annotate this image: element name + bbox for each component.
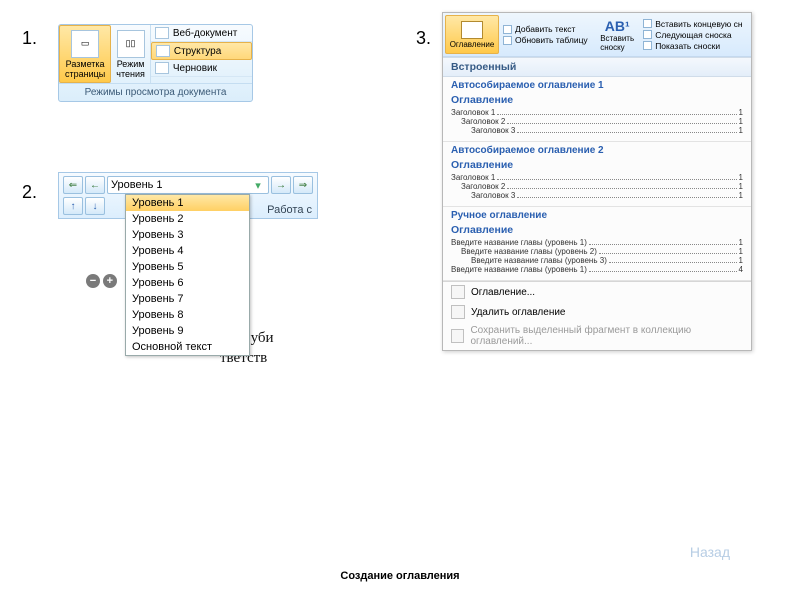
view-modes-panel: ▭ Разметка страницы ▯▯ Режим чтения Веб-… bbox=[58, 24, 253, 102]
demote-button[interactable]: → bbox=[271, 176, 291, 194]
page-layout-label: Разметка страницы bbox=[65, 60, 105, 80]
reading-mode-label: Режим чтения bbox=[116, 60, 145, 80]
promote-button[interactable]: ← bbox=[85, 176, 105, 194]
toc-preview-line: Заголовок 11 bbox=[451, 173, 743, 182]
move-down-button[interactable]: ↓ bbox=[85, 197, 105, 215]
collapse-icon[interactable]: − bbox=[86, 274, 100, 288]
toc-gallery-item[interactable]: Ручное оглавление Оглавление Введите назва… bbox=[443, 207, 751, 281]
show-footnotes-button[interactable]: Показать сноски bbox=[643, 41, 749, 51]
toc-button-label: Оглавление bbox=[450, 40, 495, 49]
toc-button[interactable]: Оглавление bbox=[445, 15, 499, 54]
next-footnote-label: Следующая сноска bbox=[655, 30, 731, 40]
show-footnotes-label: Показать сноски bbox=[655, 41, 720, 51]
promote-to-top-button[interactable]: ⇐ bbox=[63, 176, 83, 194]
web-document-button[interactable]: Веб-документ bbox=[151, 25, 252, 42]
back-link[interactable]: Назад bbox=[690, 544, 730, 560]
step-number-2: 2. bbox=[22, 182, 37, 203]
outline-level-combo[interactable]: Уровень 1 ▾ bbox=[107, 176, 269, 194]
toc-dialog-icon bbox=[451, 285, 465, 299]
toc-item-name: Ручное оглавление bbox=[451, 210, 743, 221]
update-table-button[interactable]: Обновить таблицу bbox=[503, 35, 591, 45]
draft-label: Черновик bbox=[173, 63, 217, 74]
outline-level-dropdown[interactable]: Уровень 1Уровень 2Уровень 3Уровень 4Уров… bbox=[125, 194, 250, 356]
view-modes-caption: Режимы просмотра документа bbox=[59, 83, 252, 101]
web-document-label: Веб-документ bbox=[173, 28, 238, 39]
save-toc-label: Сохранить выделенный фрагмент в коллекци… bbox=[470, 325, 743, 347]
outline-level-value: Уровень 1 bbox=[111, 179, 163, 191]
toc-icon bbox=[461, 21, 483, 39]
outline-level-option[interactable]: Уровень 9 bbox=[126, 323, 249, 339]
outline-level-option[interactable]: Основной текст bbox=[126, 339, 249, 355]
builtin-header: Встроенный bbox=[443, 57, 751, 77]
toc-preview-line: Введите название главы (уровень 3)1 bbox=[451, 256, 743, 265]
toc-preview-line: Заголовок 31 bbox=[451, 126, 743, 135]
remove-toc-icon bbox=[451, 305, 465, 319]
reading-mode-icon: ▯▯ bbox=[117, 30, 145, 58]
toc-gallery-item[interactable]: Автособираемое оглавление 2 Оглавление Заг… bbox=[443, 142, 751, 207]
toc-preview-line: Введите название главы (уровень 1)1 bbox=[451, 238, 743, 247]
insert-footnote-button[interactable]: AB¹ Вставить сноску bbox=[593, 13, 641, 56]
step-number-3: 3. bbox=[416, 28, 431, 49]
outline-level-option[interactable]: Уровень 3 bbox=[126, 227, 249, 243]
structure-label: Структура bbox=[174, 46, 221, 57]
slide-title: Создание оглавления bbox=[0, 570, 800, 582]
save-toc-icon bbox=[451, 329, 464, 343]
outline-level-option[interactable]: Уровень 8 bbox=[126, 307, 249, 323]
toc-gallery-item[interactable]: Автособираемое оглавление 1 Оглавление Заг… bbox=[443, 77, 751, 142]
doc-expand-icons: − + bbox=[86, 270, 117, 292]
page-layout-icon: ▭ bbox=[71, 30, 99, 58]
toc-gallery-panel: Оглавление Добавить текст Обновить табли… bbox=[442, 12, 752, 351]
demote-to-body-button[interactable]: ⇒ bbox=[293, 176, 313, 194]
add-text-label: Добавить текст bbox=[515, 24, 575, 34]
add-text-button[interactable]: Добавить текст bbox=[503, 24, 591, 34]
toc-preview-line: Введите название главы (уровень 1)4 bbox=[451, 265, 743, 274]
insert-footnote-label: Вставить сноску bbox=[600, 34, 634, 52]
refresh-icon bbox=[503, 36, 512, 45]
toc-preview-line: Заголовок 11 bbox=[451, 108, 743, 117]
insert-toc-command[interactable]: Оглавление... bbox=[443, 282, 751, 302]
web-document-icon bbox=[155, 27, 169, 39]
chevron-down-icon: ▾ bbox=[251, 179, 265, 192]
toc-preview-line: Заголовок 21 bbox=[451, 182, 743, 191]
outline-level-option[interactable]: Уровень 7 bbox=[126, 291, 249, 307]
remove-toc-label: Удалить оглавление bbox=[471, 307, 566, 318]
toc-preview-title: Оглавление bbox=[451, 159, 743, 171]
outline-level-option[interactable]: Уровень 1 bbox=[126, 195, 249, 211]
expand-icon[interactable]: + bbox=[103, 274, 117, 288]
step-number-1: 1. bbox=[22, 28, 37, 49]
toc-preview-title: Оглавление bbox=[451, 94, 743, 106]
outline-level-option[interactable]: Уровень 6 bbox=[126, 275, 249, 291]
outline-level-panel: ⇐ ← Уровень 1 ▾ → ⇒ ↑ ↓ Работа с Уровень… bbox=[58, 172, 318, 219]
outline-level-option[interactable]: Уровень 2 bbox=[126, 211, 249, 227]
show-footnotes-icon bbox=[643, 41, 652, 50]
insert-toc-label: Оглавление... bbox=[471, 287, 535, 298]
draft-button[interactable]: Черновик bbox=[151, 60, 252, 77]
structure-button[interactable]: Структура bbox=[151, 42, 252, 60]
toc-preview-title: Оглавление bbox=[451, 224, 743, 236]
insert-endnote-label: Вставить концевую сн bbox=[655, 19, 742, 29]
save-toc-command: Сохранить выделенный фрагмент в коллекци… bbox=[443, 322, 751, 350]
toc-item-name: Автособираемое оглавление 2 bbox=[451, 145, 743, 156]
outline-level-option[interactable]: Уровень 4 bbox=[126, 243, 249, 259]
toc-preview-line: Заголовок 21 bbox=[451, 117, 743, 126]
reading-mode-button[interactable]: ▯▯ Режим чтения bbox=[111, 25, 151, 83]
toc-preview-line: Введите название главы (уровень 2)1 bbox=[451, 247, 743, 256]
outline-context-label: Работа с bbox=[267, 204, 312, 216]
remove-toc-command[interactable]: Удалить оглавление bbox=[443, 302, 751, 322]
update-table-label: Обновить таблицу bbox=[515, 35, 588, 45]
draft-icon bbox=[155, 62, 169, 74]
structure-icon bbox=[156, 45, 170, 57]
outline-level-option[interactable]: Уровень 5 bbox=[126, 259, 249, 275]
next-footnote-icon bbox=[643, 30, 652, 39]
plus-icon bbox=[503, 25, 512, 34]
toc-ribbon: Оглавление Добавить текст Обновить табли… bbox=[443, 13, 751, 57]
insert-endnote-button[interactable]: Вставить концевую сн bbox=[643, 19, 749, 29]
toc-item-name: Автособираемое оглавление 1 bbox=[451, 80, 743, 91]
page-layout-button[interactable]: ▭ Разметка страницы bbox=[59, 25, 111, 83]
endnote-icon bbox=[643, 19, 652, 28]
next-footnote-button[interactable]: Следующая сноска bbox=[643, 30, 749, 40]
footnote-icon: AB¹ bbox=[605, 18, 630, 34]
move-up-button[interactable]: ↑ bbox=[63, 197, 83, 215]
toc-preview-line: Заголовок 31 bbox=[451, 191, 743, 200]
